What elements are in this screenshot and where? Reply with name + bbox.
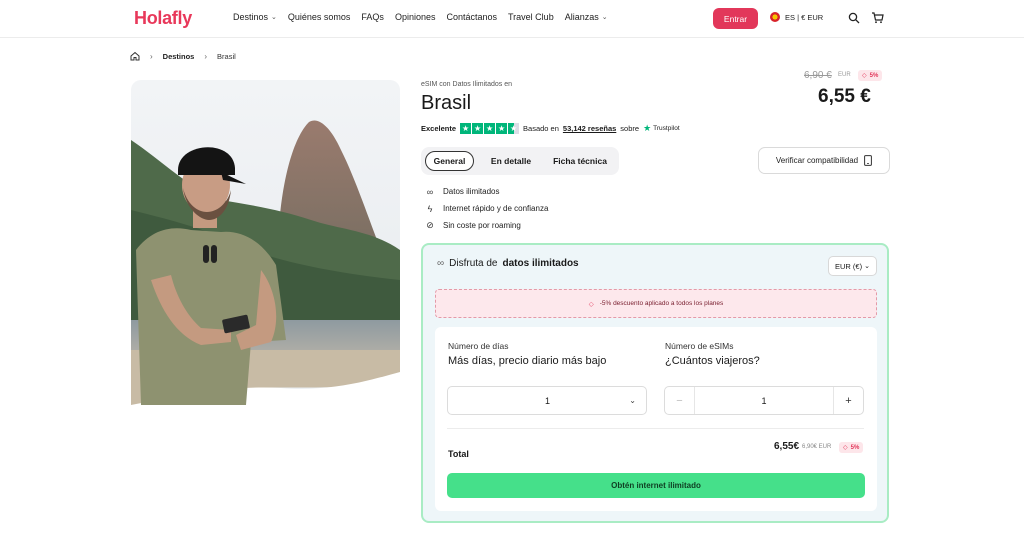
feature-list: ∞ Datos ilimitados ϟ Internet rápido y d…: [425, 183, 548, 234]
increment-button[interactable]: +: [833, 387, 863, 414]
days-heading: Más días, precio diario más bajo: [448, 355, 607, 367]
chevron-down-icon: ⌄: [601, 14, 608, 21]
page-title: Brasil: [421, 92, 472, 114]
feature-item: ∞ Datos ilimitados: [426, 186, 500, 197]
product-tabs: General En detalle Ficha técnica: [421, 147, 619, 175]
price-old-currency: EUR: [838, 72, 851, 78]
tag-icon: ◇: [843, 445, 848, 451]
plan-title: ∞ Disfruta de datos ilimitados: [437, 258, 579, 269]
feature-item: ⊘ Sin coste por roaming: [426, 220, 521, 230]
discount-badge: ◇ 5%: [858, 70, 883, 81]
total-price: 6,55€: [774, 441, 800, 452]
site-header: Holafly Destinos ⌄ Quiénes somos FAQs Opi…: [0, 0, 1024, 38]
phone-check-icon: [864, 155, 873, 166]
days-select[interactable]: 1 ⌄: [447, 386, 647, 415]
infinity-icon: ∞: [426, 186, 434, 197]
star-icon: ★: [484, 123, 496, 134]
nav-opiniones[interactable]: Opiniones: [395, 12, 436, 22]
feature-item: ϟ Internet rápido y de confianza: [425, 200, 549, 217]
chevron-down-icon: ⌄: [864, 263, 870, 270]
plan-config: Número de días Más días, precio diario m…: [435, 327, 877, 511]
price-current: 6,55 €: [818, 86, 871, 107]
divider: [447, 428, 864, 429]
trustpilot-rating: Excelente ★ ★ ★ ★ ★ Basado en 53,142 res…: [421, 123, 680, 134]
total-discount-badge: ◇ 5%: [839, 442, 864, 453]
locale-selector[interactable]: ES | € EUR: [770, 12, 823, 22]
verify-compatibility-button[interactable]: Verificar compatibilidad: [758, 147, 890, 174]
rating-stars: ★ ★ ★ ★ ★: [460, 123, 520, 134]
tag-icon: ◇: [862, 73, 867, 79]
total-label: Total: [448, 449, 469, 459]
rating-word: Excelente: [421, 124, 457, 133]
price-old: 6,90 €: [804, 70, 832, 81]
breadcrumb-brasil: Brasil: [217, 51, 236, 61]
cart-icon[interactable]: [871, 11, 884, 24]
bolt-icon: ϟ: [427, 203, 433, 214]
chevron-down-icon: ⌄: [271, 14, 277, 21]
star-icon: ★: [460, 123, 472, 134]
esims-value[interactable]: 1: [695, 387, 833, 414]
chevron-down-icon: ⌄: [629, 396, 636, 405]
esims-label: Número de eSIMs: [665, 341, 734, 351]
star-icon: ★: [496, 123, 508, 134]
home-icon[interactable]: [130, 51, 140, 61]
nav-contactanos[interactable]: Contáctanos: [446, 12, 497, 22]
reviews-suffix: sobre: [620, 124, 640, 133]
search-icon[interactable]: [848, 12, 860, 24]
chevron-right-icon: ›: [150, 51, 153, 61]
spain-flag-icon: [770, 12, 780, 22]
currency-select[interactable]: EUR (€) ⌄: [828, 256, 877, 276]
product-eyebrow: eSIM con Datos Ilimitados en: [421, 81, 513, 88]
hero-image: [131, 80, 400, 405]
star-icon: ★: [472, 123, 484, 134]
no-roaming-icon: ⊘: [426, 220, 434, 230]
breadcrumb: › Destinos › Brasil: [130, 51, 236, 61]
tag-icon: ◇: [588, 300, 594, 308]
days-label: Número de días: [448, 341, 509, 351]
tab-general[interactable]: General: [425, 151, 474, 171]
breadcrumb-destinos[interactable]: Destinos: [163, 52, 195, 61]
esims-heading: ¿Cuántos viajeros?: [665, 355, 760, 367]
tab-ficha-tecnica[interactable]: Ficha técnica: [547, 151, 613, 171]
trustpilot-logo: ★ Trustpilot: [643, 123, 680, 133]
get-internet-button[interactable]: Obtén internet ilimitado: [447, 473, 865, 498]
decrement-button[interactable]: −: [665, 387, 695, 414]
infinity-icon: ∞: [437, 258, 445, 269]
nav-destinos[interactable]: Destinos ⌄: [233, 12, 277, 22]
main-nav: Destinos ⌄ Quiénes somos FAQs Opiniones C…: [233, 12, 608, 22]
holafly-logo[interactable]: Holafly: [134, 8, 192, 29]
reviews-link[interactable]: 53,142 reseñas: [563, 124, 616, 133]
plan-card: ∞ Disfruta de datos ilimitados EUR (€) ⌄…: [421, 243, 889, 523]
login-button[interactable]: Entrar: [713, 8, 758, 29]
reviews-prefix: Basado en: [523, 124, 559, 133]
tab-en-detalle[interactable]: En detalle: [483, 151, 539, 171]
nav-travel-club[interactable]: Travel Club: [508, 12, 554, 22]
esims-stepper: − 1 +: [664, 386, 864, 415]
chevron-right-icon: ›: [204, 51, 208, 61]
discount-banner: ◇ -5% descuento aplicado a todos los pla…: [435, 289, 877, 318]
nav-quienes-somos[interactable]: Quiénes somos: [288, 12, 351, 22]
total-old-price: 6,90€ EUR: [802, 444, 832, 450]
half-star-icon: ★: [508, 123, 520, 134]
trustpilot-star-icon: ★: [643, 123, 652, 133]
nav-alianzas[interactable]: Alianzas ⌄: [565, 12, 608, 22]
nav-faqs[interactable]: FAQs: [361, 12, 384, 22]
